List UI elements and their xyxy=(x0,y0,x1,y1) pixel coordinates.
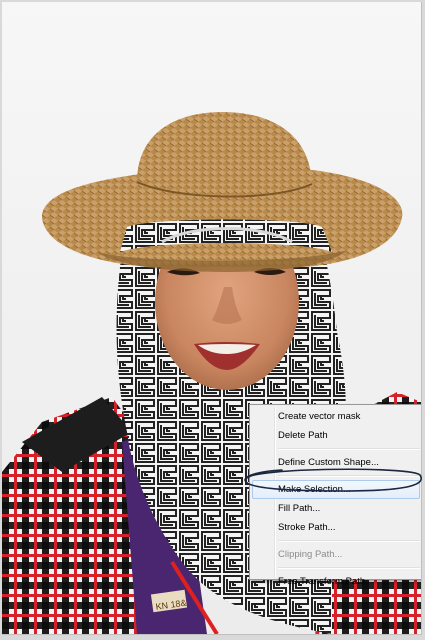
menu-separator xyxy=(278,567,420,569)
menu-separator xyxy=(278,448,420,450)
menu-item-stroke-path[interactable]: Stroke Path... xyxy=(250,518,421,537)
menu-item-free-transform-path[interactable]: Free Transform Path xyxy=(250,572,421,591)
path-context-menu: Create vector mask Delete Path Define Cu… xyxy=(249,404,421,587)
menu-item-delete-path[interactable]: Delete Path xyxy=(250,426,421,445)
menu-item-clipping-path: Clipping Path... xyxy=(278,549,343,560)
menu-item-define-custom-shape[interactable]: Define Custom Shape... xyxy=(250,453,421,472)
menu-item-create-vector-mask[interactable]: Create vector mask xyxy=(250,407,421,426)
menu-separator xyxy=(278,475,420,477)
document-canvas[interactable]: KN 18& Create vector mask Delete Path De… xyxy=(2,2,422,635)
menu-separator xyxy=(278,540,420,542)
menu-item-make-selection[interactable]: Make Selection... xyxy=(252,480,420,499)
menu-item-fill-path[interactable]: Fill Path... xyxy=(250,499,421,518)
